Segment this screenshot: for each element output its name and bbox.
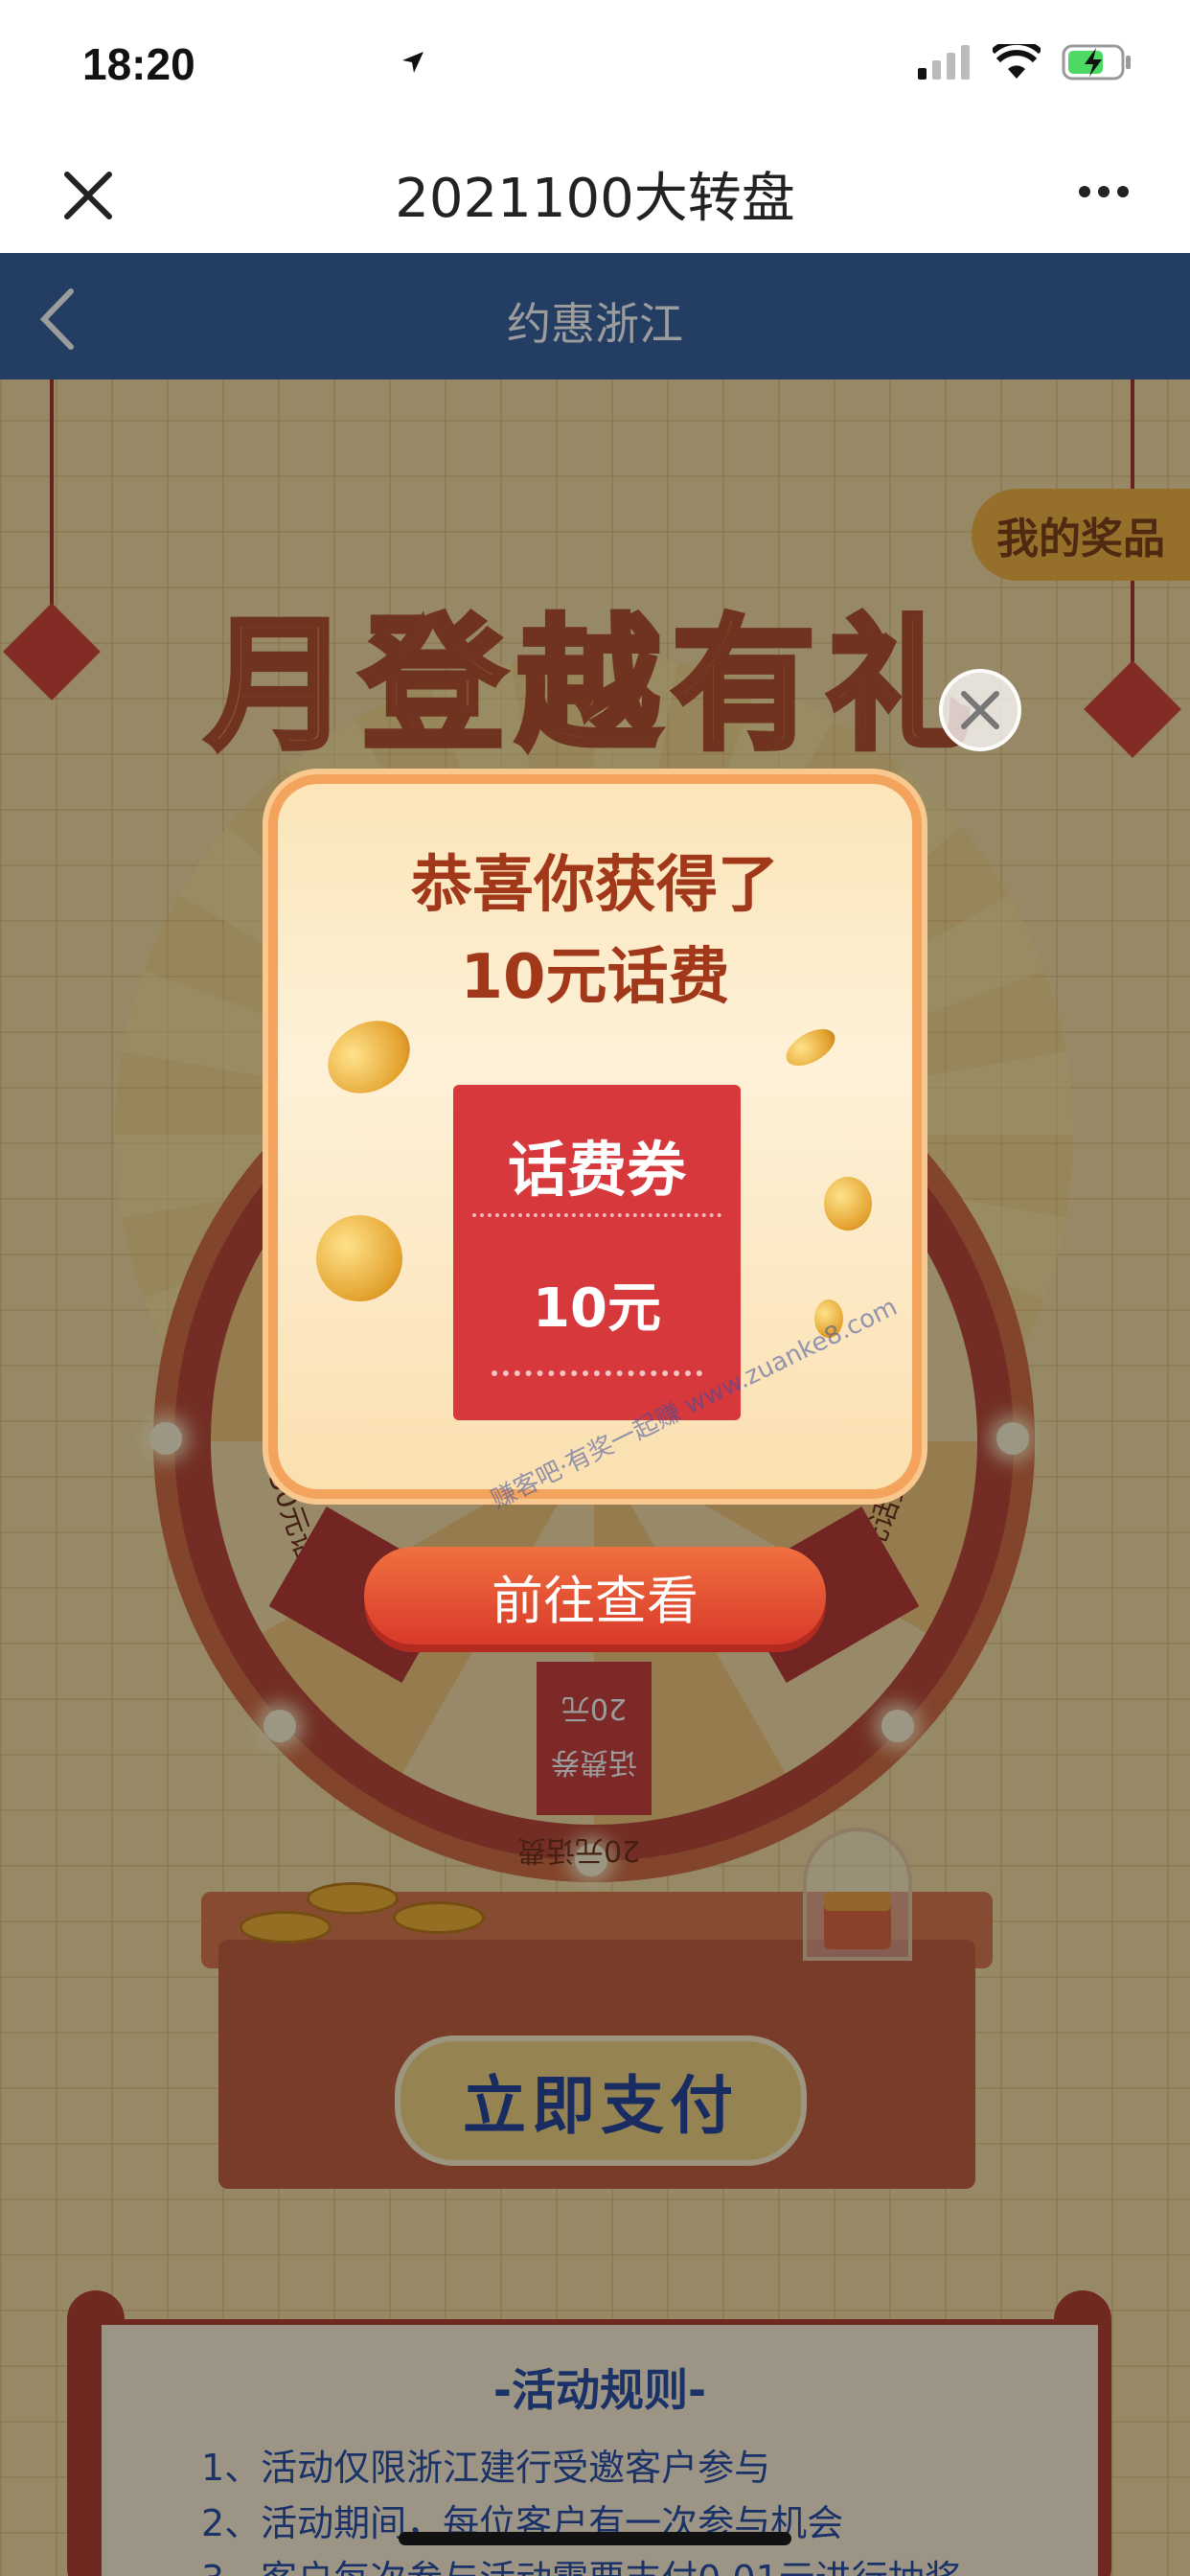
status-icons bbox=[402, 44, 1133, 80]
lottery-page: 约惠浙江 我的奖品 月登越有礼 30元话费 20元话费 20元话费 话费券 20… bbox=[0, 253, 1190, 2576]
coin-icon bbox=[824, 1177, 872, 1230]
modal-title-line2: 10元话费 bbox=[460, 942, 730, 1013]
cellular-signal-icon bbox=[918, 45, 970, 80]
status-time: 18:20 bbox=[82, 39, 195, 89]
wifi-icon bbox=[993, 44, 1041, 79]
modal-title-line1: 恭喜你获得了 bbox=[411, 850, 779, 921]
modal-close-icon[interactable] bbox=[939, 669, 1021, 751]
status-bar: 18:20 bbox=[0, 0, 1190, 126]
coupon-divider bbox=[492, 1370, 702, 1376]
modal-title: 恭喜你获得了 10元话费 bbox=[278, 840, 912, 1024]
battery-charging-icon bbox=[1062, 44, 1131, 80]
location-arrow-icon bbox=[402, 52, 423, 73]
phone-credit-coupon: 话费券 10元 bbox=[453, 1085, 741, 1420]
coupon-name: 话费券 bbox=[507, 1135, 686, 1205]
page-title: 2021100大转盘 bbox=[395, 168, 795, 230]
coin-icon bbox=[780, 1022, 841, 1073]
home-indicator[interactable] bbox=[399, 2532, 791, 2545]
coupon-divider bbox=[472, 1213, 721, 1217]
prize-modal: 恭喜你获得了 10元话费 话费券 10元 bbox=[278, 784, 912, 1489]
more-options-icon[interactable] bbox=[1077, 172, 1131, 211]
nav-bar: 2021100大转盘 bbox=[0, 126, 1190, 253]
coupon-value: 10元 bbox=[533, 1277, 661, 1340]
view-prize-button[interactable]: 前往查看 bbox=[364, 1547, 826, 1644]
coin-icon bbox=[316, 1215, 402, 1301]
